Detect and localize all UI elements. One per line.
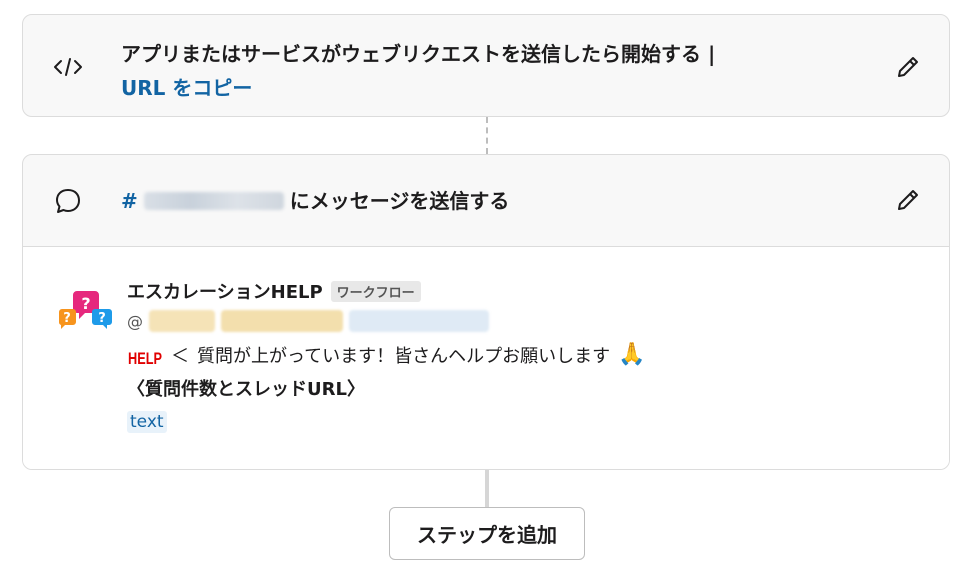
workflow-badge: ワークフロー bbox=[330, 280, 421, 302]
trigger-title: アプリまたはサービスがウェブリクエストを送信したら開始する | URL をコピー bbox=[121, 37, 841, 105]
channel-hash: # bbox=[121, 189, 138, 213]
step-title: # にメッセージを送信する bbox=[121, 184, 509, 218]
help-avatar-icon: ? ? ? bbox=[57, 289, 113, 333]
chat-bubble-icon bbox=[51, 184, 85, 218]
message-preview: ? ? ? エスカレーションHELP ワークフロー @ HELP ＜ 質問が上が… bbox=[23, 247, 949, 469]
pencil-icon bbox=[898, 190, 918, 210]
bold-line: 〈質問件数とスレッドURL〉 bbox=[127, 379, 365, 400]
svg-text:?: ? bbox=[81, 294, 90, 313]
edit-trigger-button[interactable] bbox=[893, 52, 923, 82]
message-text: 質問が上がっています！皆さんヘルプお願いします bbox=[197, 346, 611, 367]
sender-name[interactable]: エスカレーションHELP bbox=[127, 278, 323, 304]
svg-text:?: ? bbox=[63, 311, 71, 326]
variable-chip[interactable]: text bbox=[127, 411, 167, 433]
mention-row: @ bbox=[127, 307, 907, 335]
sender-row: エスカレーションHELP ワークフロー bbox=[127, 277, 907, 305]
message-step-card: # にメッセージを送信する ? ? ? エスカレーションHELP ワークフロー … bbox=[22, 154, 950, 470]
code-icon bbox=[51, 50, 85, 84]
step-header: # にメッセージを送信する bbox=[23, 155, 949, 247]
step-action-text: にメッセージを送信する bbox=[289, 189, 510, 213]
message-content: エスカレーションHELP ワークフロー @ HELP ＜ 質問が上がっています！… bbox=[127, 277, 907, 433]
add-step-button[interactable]: ステップを追加 bbox=[389, 507, 585, 560]
mention-prefix: @ bbox=[127, 311, 143, 331]
svg-text:?: ? bbox=[98, 311, 106, 326]
help-emoji-icon: HELP bbox=[127, 338, 163, 372]
trigger-card: アプリまたはサービスがウェブリクエストを送信したら開始する | URL をコピー bbox=[22, 14, 950, 117]
copy-url-link[interactable]: URL をコピー bbox=[121, 71, 841, 105]
connector-solid bbox=[485, 470, 489, 508]
connector-dashed bbox=[486, 117, 488, 154]
channel-name-redacted bbox=[143, 192, 284, 210]
edit-step-button[interactable] bbox=[893, 185, 923, 215]
mention-redacted[interactable] bbox=[349, 310, 489, 332]
mention-redacted[interactable] bbox=[149, 310, 215, 332]
trigger-title-text: アプリまたはサービスがウェブリクエストを送信したら開始する | bbox=[121, 42, 716, 66]
svg-text:HELP: HELP bbox=[128, 349, 162, 368]
mention-redacted[interactable] bbox=[221, 310, 343, 332]
arrow-emoji: ＜ bbox=[171, 346, 189, 367]
help-message-row: HELP ＜ 質問が上がっています！皆さんヘルプお願いします 🙏 bbox=[127, 337, 907, 373]
pencil-icon bbox=[898, 57, 918, 77]
pray-emoji-icon: 🙏 bbox=[618, 342, 646, 367]
